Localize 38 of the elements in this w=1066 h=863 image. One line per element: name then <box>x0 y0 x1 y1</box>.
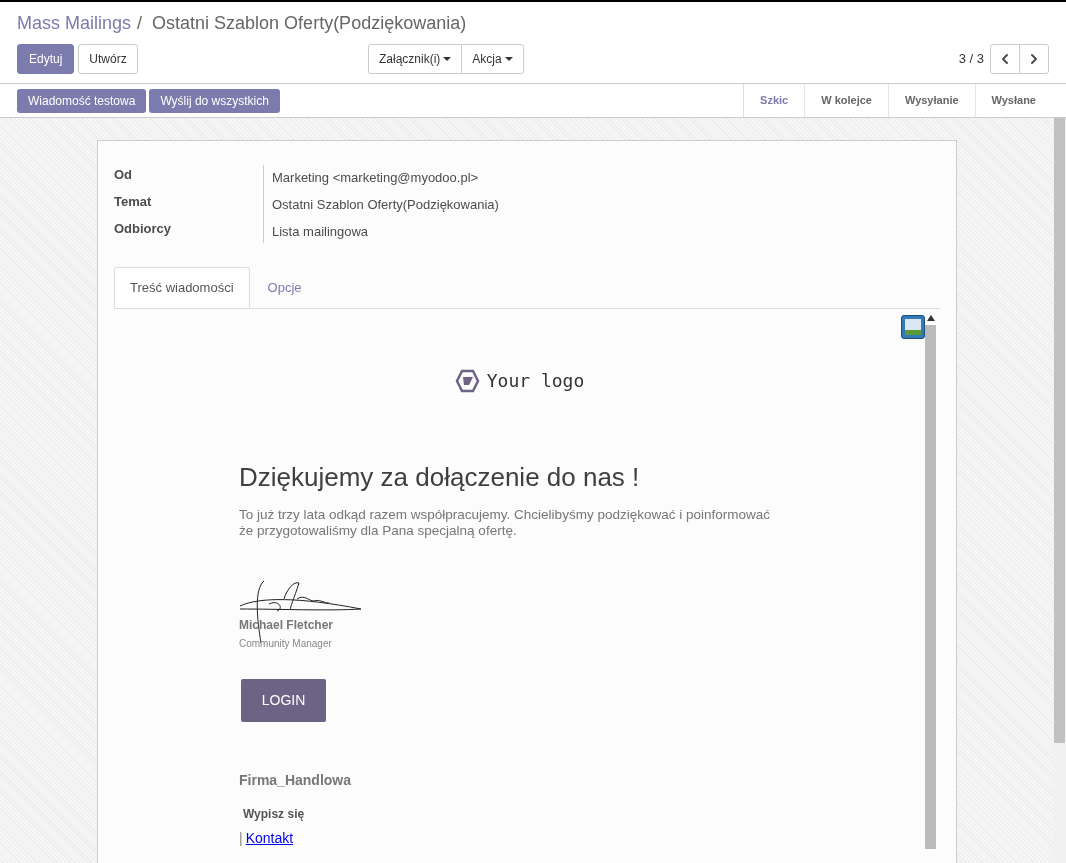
field-label: Od <box>114 166 134 182</box>
login-button[interactable]: LOGIN <box>241 679 326 722</box>
email-body: To już trzy lata odkąd razem współpracujemy. Chcielibyśmy podziękować i poinformować że przygotowaliśmy dla Pana specjalną ofertę. <box>239 507 771 539</box>
status-stage[interactable]: Wysłane <box>974 84 1052 117</box>
field-label: Odbiorcy <box>114 220 173 236</box>
status-stage[interactable]: Szkic <box>744 84 805 117</box>
email-heading: Dziękujemy za dołączenie do nas ! <box>239 461 641 494</box>
action-button[interactable]: Wyślij do wszystkich <box>149 88 280 113</box>
dropdown-button[interactable]: Akcja <box>461 44 524 74</box>
pager-counter: 3 / 3 <box>958 50 984 69</box>
next-button[interactable] <box>1019 44 1049 74</box>
status-stage[interactable]: Wysyłanie <box>887 84 975 117</box>
logo-icon <box>454 368 480 393</box>
unsubscribe-link[interactable]: Wypisz się <box>243 805 925 823</box>
create-button[interactable]: Utwórz <box>78 44 138 74</box>
status-stage[interactable]: W kolejce <box>804 84 888 117</box>
previous-button[interactable] <box>990 44 1020 74</box>
caret-icon <box>504 57 513 61</box>
field-value: Lista mailingowa <box>272 223 370 239</box>
dropdown-button[interactable]: Załącznik(i) <box>368 44 463 74</box>
record-title: Ostatni Szablon Oferty(Podziękowania) <box>152 12 467 35</box>
logo-text: Your logo <box>486 369 585 393</box>
action-button[interactable]: Wiadomość testowa <box>17 88 147 113</box>
field-label: Temat <box>114 193 153 209</box>
field-value: Marketing <marketing@myodoo.pl> <box>272 169 480 185</box>
caret-icon <box>443 57 452 61</box>
field-value: Ostatni Szablon Oferty(Podziękowania) <box>272 196 500 212</box>
breadcrumb-separator: / <box>137 12 143 35</box>
tab[interactable]: Treść wiadomości <box>114 267 250 308</box>
contact-link[interactable]: Kontakt <box>245 828 294 849</box>
edit-button[interactable]: Edytuj <box>17 44 75 74</box>
company-name: Firma_Handlowa <box>239 771 353 790</box>
breadcrumb-link[interactable]: Mass Mailings <box>17 10 132 37</box>
tab[interactable]: Opcje <box>252 267 317 308</box>
scroll-up-icon[interactable] <box>926 315 935 321</box>
link-separator: | <box>239 829 243 848</box>
signer-role: Community Manager <box>239 637 333 651</box>
image-icon[interactable] <box>901 315 925 339</box>
